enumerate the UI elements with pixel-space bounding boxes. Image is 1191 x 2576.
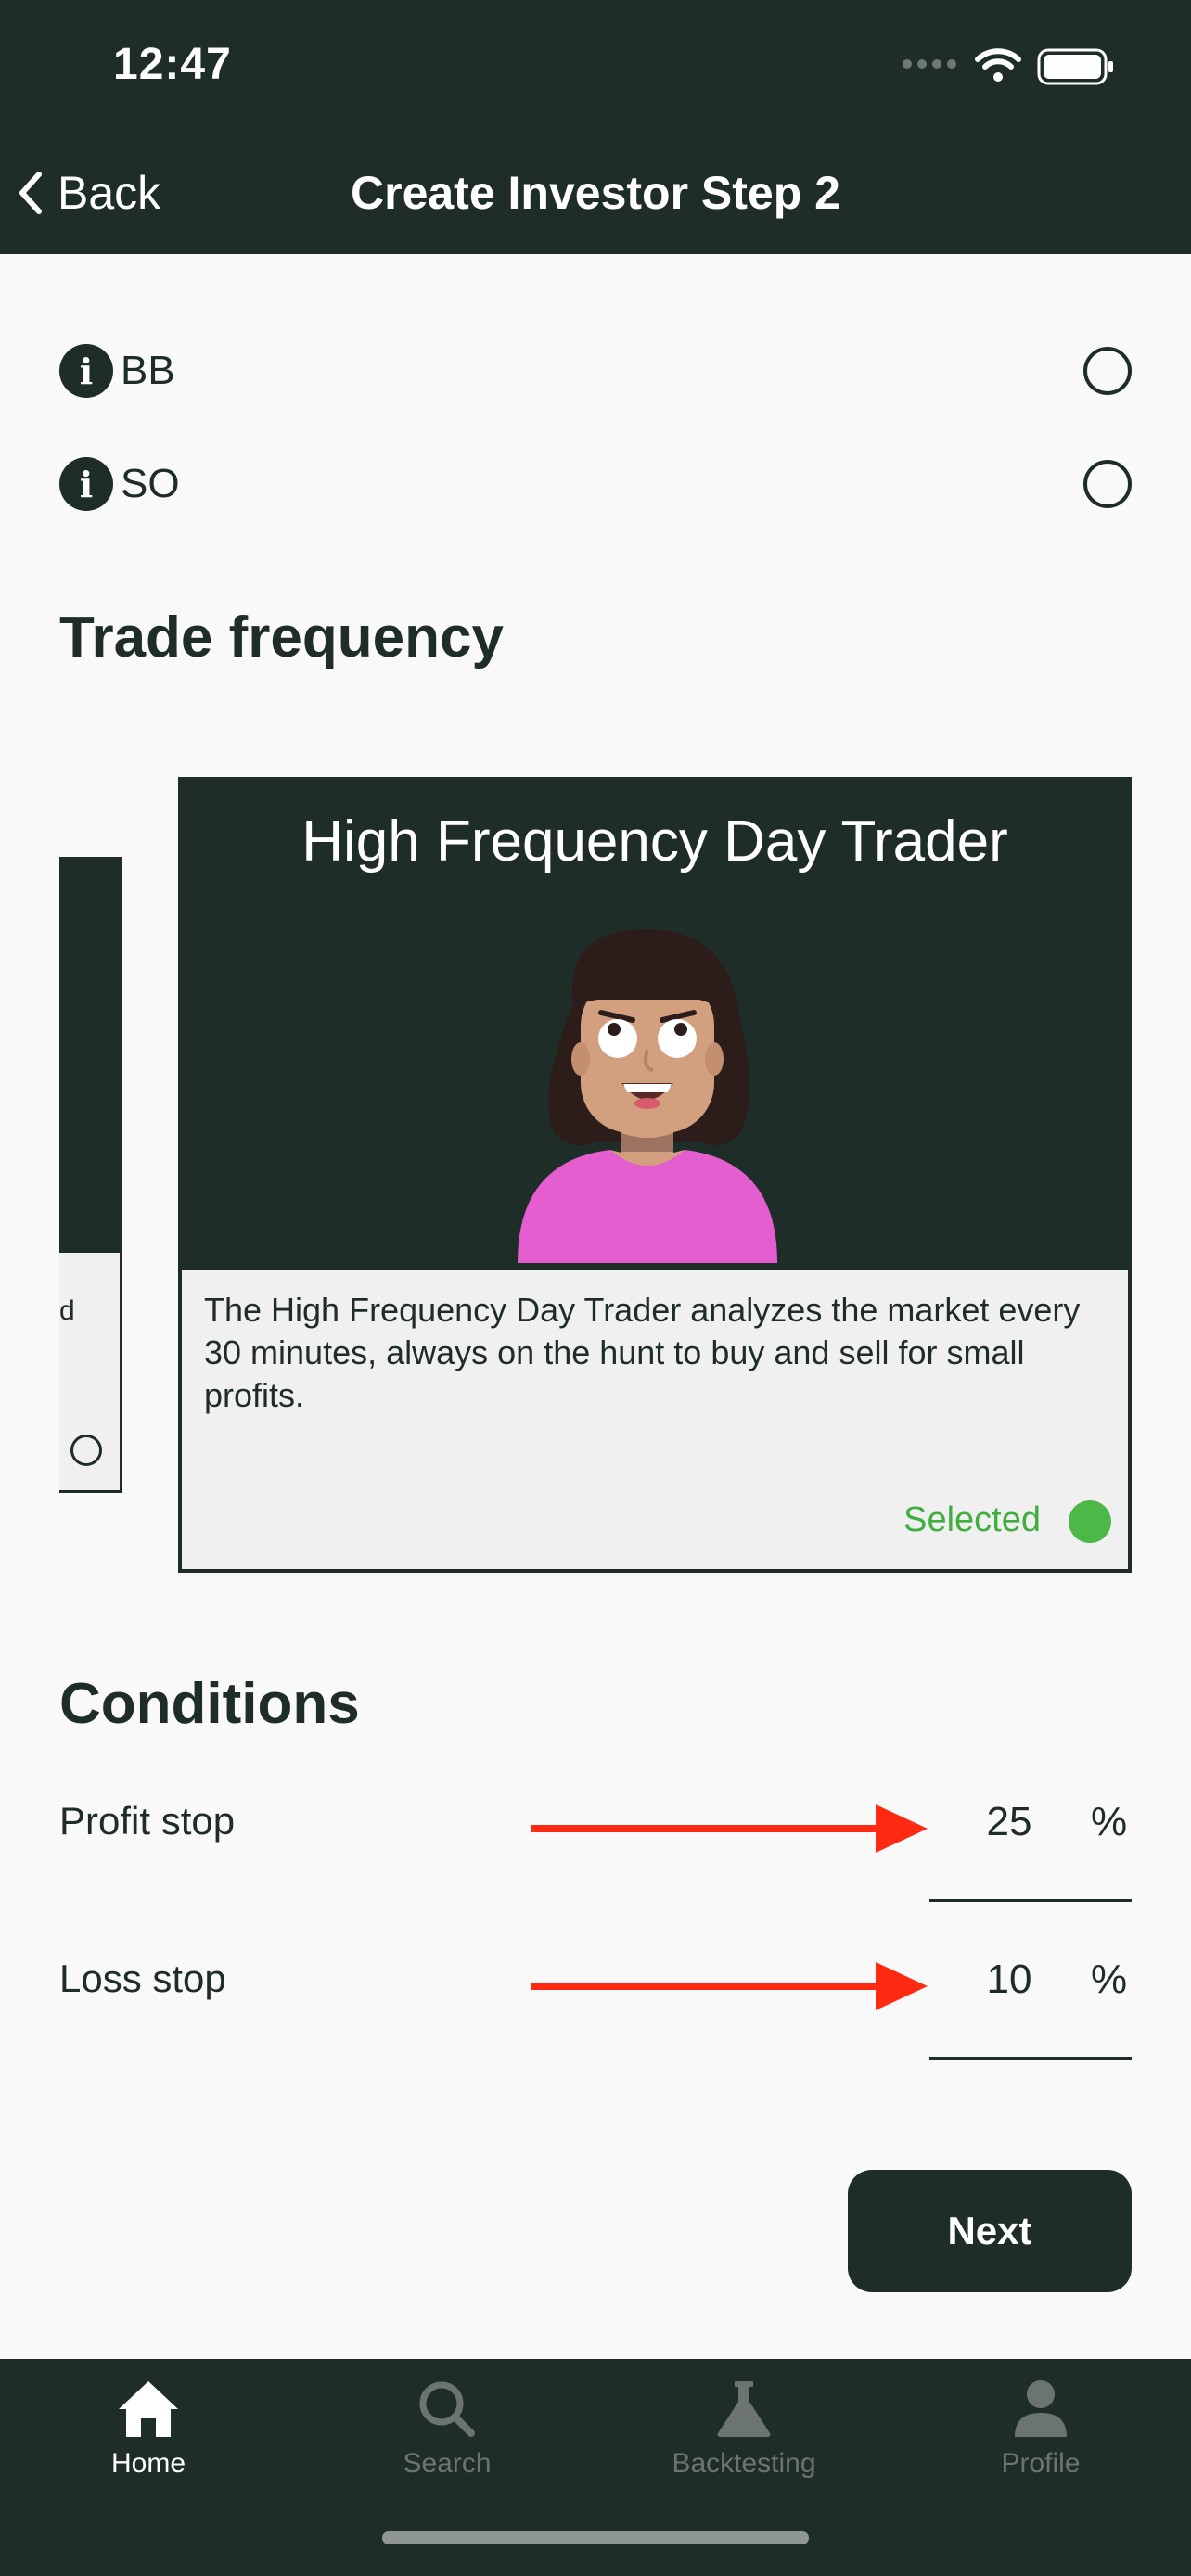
profit-stop-underline — [929, 1899, 1132, 1902]
loss-stop-underline — [929, 2057, 1132, 2060]
arrow-right-icon — [531, 1803, 929, 1859]
option-label: BB — [121, 348, 175, 393]
card-header — [59, 860, 120, 1253]
tab-label: Home — [110, 2448, 186, 2479]
status-time: 12:47 — [113, 40, 232, 89]
next-button[interactable]: Next — [848, 2170, 1132, 2292]
radio-button[interactable] — [70, 1435, 102, 1466]
card-title: High Frequency Day Trader — [301, 810, 1008, 874]
trader-card-high-frequency[interactable]: High Frequency Day Trader The High Frequ… — [178, 777, 1132, 1573]
option-row-bb[interactable]: i BB — [59, 334, 1132, 408]
profit-stop-unit: % — [1091, 1799, 1128, 1844]
tab-profile[interactable]: Profile — [948, 2378, 1133, 2480]
wifi-icon — [974, 46, 1022, 88]
cellular-signal-icon — [902, 57, 957, 75]
info-icon[interactable]: i — [59, 344, 113, 398]
radio-button[interactable] — [1083, 460, 1132, 508]
arrow-right-icon — [531, 1960, 929, 2017]
profit-stop-input[interactable]: 25 — [931, 1799, 1087, 1845]
selected-label: Selected — [903, 1500, 1041, 1539]
radio-button[interactable] — [1083, 347, 1132, 395]
profit-stop-label: Profit stop — [59, 1799, 236, 1843]
previous-trader-card[interactable]: d — [59, 857, 122, 1493]
info-icon[interactable]: i — [59, 457, 113, 511]
card-description-fragment: d — [59, 1295, 75, 1326]
home-icon — [119, 2381, 178, 2437]
tab-search[interactable]: Search — [354, 2378, 540, 2480]
person-icon — [1015, 2380, 1067, 2437]
tab-label: Search — [403, 2448, 492, 2479]
loss-stop-input[interactable]: 10 — [931, 1957, 1087, 2003]
battery-icon — [1037, 48, 1115, 90]
tab-backtesting[interactable]: Backtesting — [651, 2378, 837, 2480]
home-indicator — [382, 2531, 809, 2544]
section-title-conditions: Conditions — [59, 1672, 360, 1736]
tab-home[interactable]: Home — [56, 2378, 241, 2480]
tab-label: Profile — [1001, 2448, 1081, 2479]
selected-indicator[interactable] — [1069, 1500, 1111, 1543]
loss-stop-unit: % — [1091, 1957, 1128, 2002]
loss-stop-label: Loss stop — [59, 1957, 226, 2000]
search-icon — [419, 2381, 475, 2437]
section-title-trade-frequency: Trade frequency — [59, 606, 504, 670]
page-title: Create Investor Step 2 — [351, 167, 840, 219]
option-label: SO — [121, 461, 180, 506]
option-row-so[interactable]: i SO — [59, 447, 1132, 521]
card-description: The High Frequency Day Trader analyzes t… — [204, 1291, 1081, 1414]
tab-label: Backtesting — [672, 2448, 816, 2479]
flask-icon — [717, 2381, 771, 2437]
trader-avatar — [508, 911, 787, 1268]
